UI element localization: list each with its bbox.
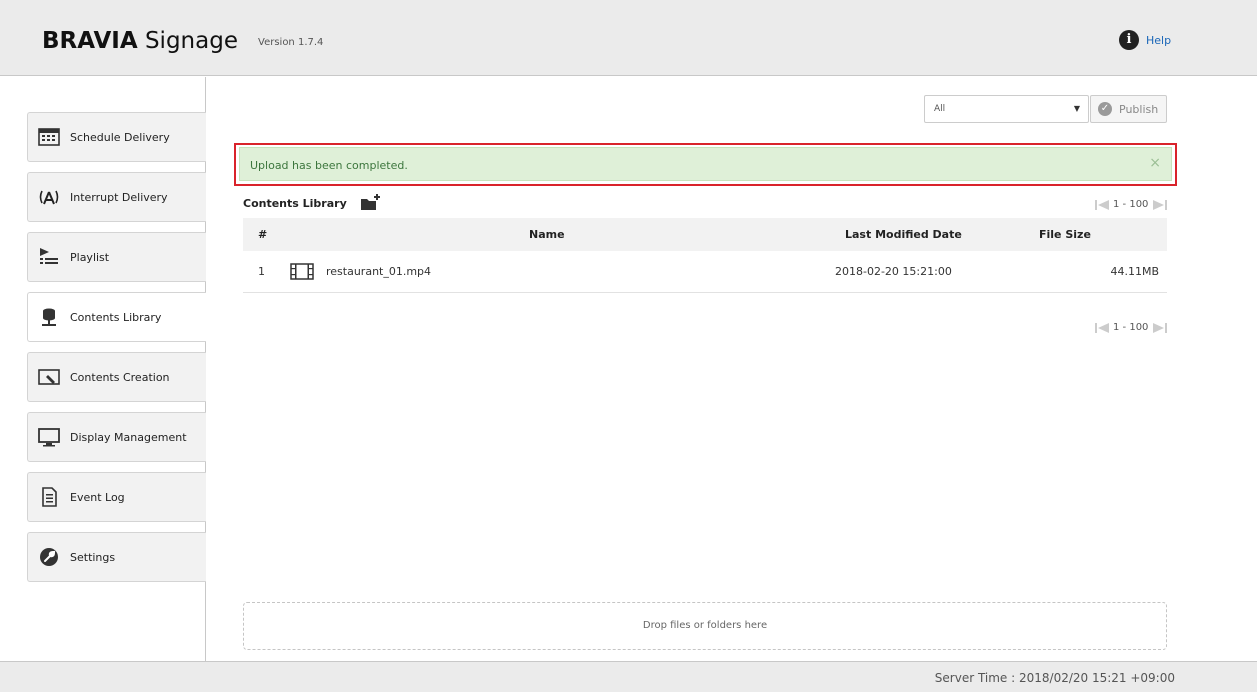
sidebar-item-label: Event Log: [70, 491, 125, 504]
file-drop-zone[interactable]: Drop files or folders here: [243, 602, 1167, 650]
sidebar-item-label: Playlist: [70, 251, 110, 264]
help-link[interactable]: Help: [1146, 34, 1171, 47]
filter-select[interactable]: All ▼: [924, 95, 1089, 123]
playlist-icon: [40, 248, 58, 264]
check-circle-icon: ✓: [1098, 102, 1112, 116]
row-number: 1: [258, 265, 265, 278]
app-header: BRAVIA Signage Version 1.7.4 i Help: [0, 0, 1257, 76]
last-page-icon[interactable]: [1152, 199, 1168, 211]
sidebar-item-label: Settings: [70, 551, 116, 564]
column-header-name[interactable]: Name: [529, 228, 565, 241]
table-row[interactable]: 1 restaurant_01.mp4 2018-02-20 15:21:00 …: [243, 251, 1167, 293]
sidebar-item-label: Display Management: [70, 431, 187, 444]
app-footer: Server Time : 2018/02/20 15:21 +09:00: [0, 661, 1257, 692]
close-icon[interactable]: ×: [1149, 155, 1161, 171]
dropzone-label: Drop files or folders here: [642, 620, 768, 631]
main-content: All ▼ ✓ Publish Upload has been complete…: [207, 77, 1257, 661]
filter-value: All: [934, 104, 946, 114]
pager-range: 1 - 100: [1113, 199, 1149, 210]
table-header: # Name Last Modified Date File Size: [243, 218, 1167, 251]
first-page-icon[interactable]: [1094, 322, 1110, 334]
sidebar-item-schedule-delivery[interactable]: Schedule Delivery: [27, 112, 206, 162]
sidebar-item-label: Schedule Delivery: [70, 131, 170, 144]
sidebar-item-contents-creation[interactable]: Contents Creation: [27, 352, 206, 402]
sidebar-item-label: Interrupt Delivery: [70, 191, 168, 204]
info-icon[interactable]: i: [1119, 30, 1139, 50]
column-header-number: #: [258, 228, 268, 241]
document-icon: [42, 487, 57, 507]
publish-label: Publish: [1119, 103, 1159, 116]
sidebar-item-contents-library[interactable]: Contents Library: [27, 292, 207, 342]
wrench-icon: [40, 548, 58, 566]
column-header-size[interactable]: File Size: [1039, 228, 1091, 241]
sidebar-item-playlist[interactable]: Playlist: [27, 232, 206, 282]
alert-message: Upload has been completed.: [250, 159, 408, 172]
sidebar-item-label: Contents Library: [70, 311, 162, 324]
upload-success-alert: Upload has been completed. ×: [239, 147, 1172, 181]
dropdown-caret-icon: ▼: [1073, 104, 1080, 113]
library-title: Contents Library: [243, 197, 347, 210]
sidebar-item-interrupt-delivery[interactable]: Interrupt Delivery: [27, 172, 206, 222]
edit-screen-icon: [38, 369, 60, 385]
sidebar-item-settings[interactable]: Settings: [27, 532, 206, 582]
monitor-icon: [38, 428, 60, 447]
sidebar: Schedule Delivery Interrupt Delivery Pla…: [0, 77, 207, 661]
column-header-modified[interactable]: Last Modified Date: [845, 228, 962, 241]
broadcast-icon: [39, 190, 59, 205]
database-icon: [42, 308, 56, 326]
video-file-icon: [290, 263, 314, 280]
brand-logo: BRAVIA Signage: [42, 28, 238, 54]
publish-button[interactable]: ✓ Publish: [1090, 95, 1167, 123]
version-label: Version 1.7.4: [258, 37, 324, 48]
sidebar-item-event-log[interactable]: Event Log: [27, 472, 206, 522]
file-name[interactable]: restaurant_01.mp4: [326, 265, 431, 278]
server-time: Server Time : 2018/02/20 15:21 +09:00: [934, 671, 1175, 685]
last-page-icon[interactable]: [1152, 322, 1168, 334]
sidebar-item-display-management[interactable]: Display Management: [27, 412, 206, 462]
file-modified-date: 2018-02-20 15:21:00: [835, 265, 952, 278]
pager-range: 1 - 100: [1113, 322, 1149, 333]
calendar-icon: [38, 128, 60, 146]
file-size: 44.11MB: [1110, 265, 1159, 278]
first-page-icon[interactable]: [1094, 199, 1110, 211]
sidebar-item-label: Contents Creation: [70, 371, 170, 384]
add-folder-icon[interactable]: [360, 193, 382, 211]
